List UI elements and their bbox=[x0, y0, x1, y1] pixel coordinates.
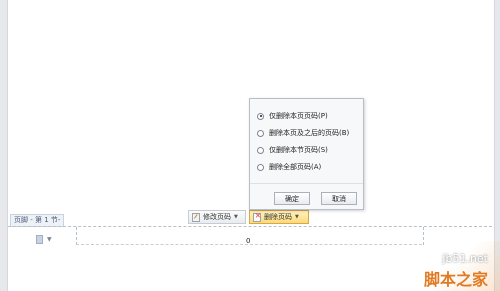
ok-button[interactable]: 确定 bbox=[274, 192, 310, 205]
option-delete-this-section[interactable]: 仅删除本节页码(S) bbox=[257, 145, 328, 155]
option-label: 删除本页及之后的页码(B) bbox=[269, 129, 350, 137]
watermark-site: jb51.net bbox=[442, 252, 488, 265]
chevron-down-icon[interactable]: ▼ bbox=[47, 236, 52, 243]
delete-page-number-label: 删除页码 bbox=[264, 213, 292, 221]
chevron-down-icon: ▼ bbox=[295, 214, 299, 220]
watermark-brand: 脚本之家 bbox=[423, 270, 488, 289]
delete-icon bbox=[253, 212, 261, 222]
option-label: 仅删除本页页码(P) bbox=[269, 112, 328, 120]
option-delete-this-page[interactable]: 仅删除本页页码(P) bbox=[257, 111, 328, 121]
page-number: 0 bbox=[246, 237, 251, 245]
radio-unselected[interactable] bbox=[257, 146, 264, 154]
dropdown-divider bbox=[250, 183, 363, 184]
page-number-settings-icon[interactable] bbox=[36, 235, 43, 244]
delete-page-number-dropdown: 仅删除本页页码(P) 删除本页及之后的页码(B) 仅删除本节页码(S) 删除全部… bbox=[249, 98, 364, 210]
option-label: 删除全部页码(A) bbox=[269, 163, 322, 171]
chevron-down-icon: ▼ bbox=[234, 214, 238, 220]
modify-page-number-label: 修改页码 bbox=[203, 213, 231, 221]
option-delete-all[interactable]: 删除全部页码(A) bbox=[257, 162, 321, 172]
cancel-button[interactable]: 取消 bbox=[321, 192, 357, 205]
radio-unselected[interactable] bbox=[257, 129, 264, 137]
option-label: 仅删除本节页码(S) bbox=[269, 146, 328, 154]
edit-icon bbox=[192, 212, 200, 222]
delete-page-number-button[interactable]: 删除页码 ▼ bbox=[249, 210, 309, 224]
option-delete-from-this-page[interactable]: 删除本页及之后的页码(B) bbox=[257, 128, 349, 138]
radio-unselected[interactable] bbox=[257, 163, 264, 171]
radio-selected[interactable] bbox=[257, 112, 264, 120]
modify-page-number-button[interactable]: 修改页码 ▼ bbox=[188, 210, 246, 224]
